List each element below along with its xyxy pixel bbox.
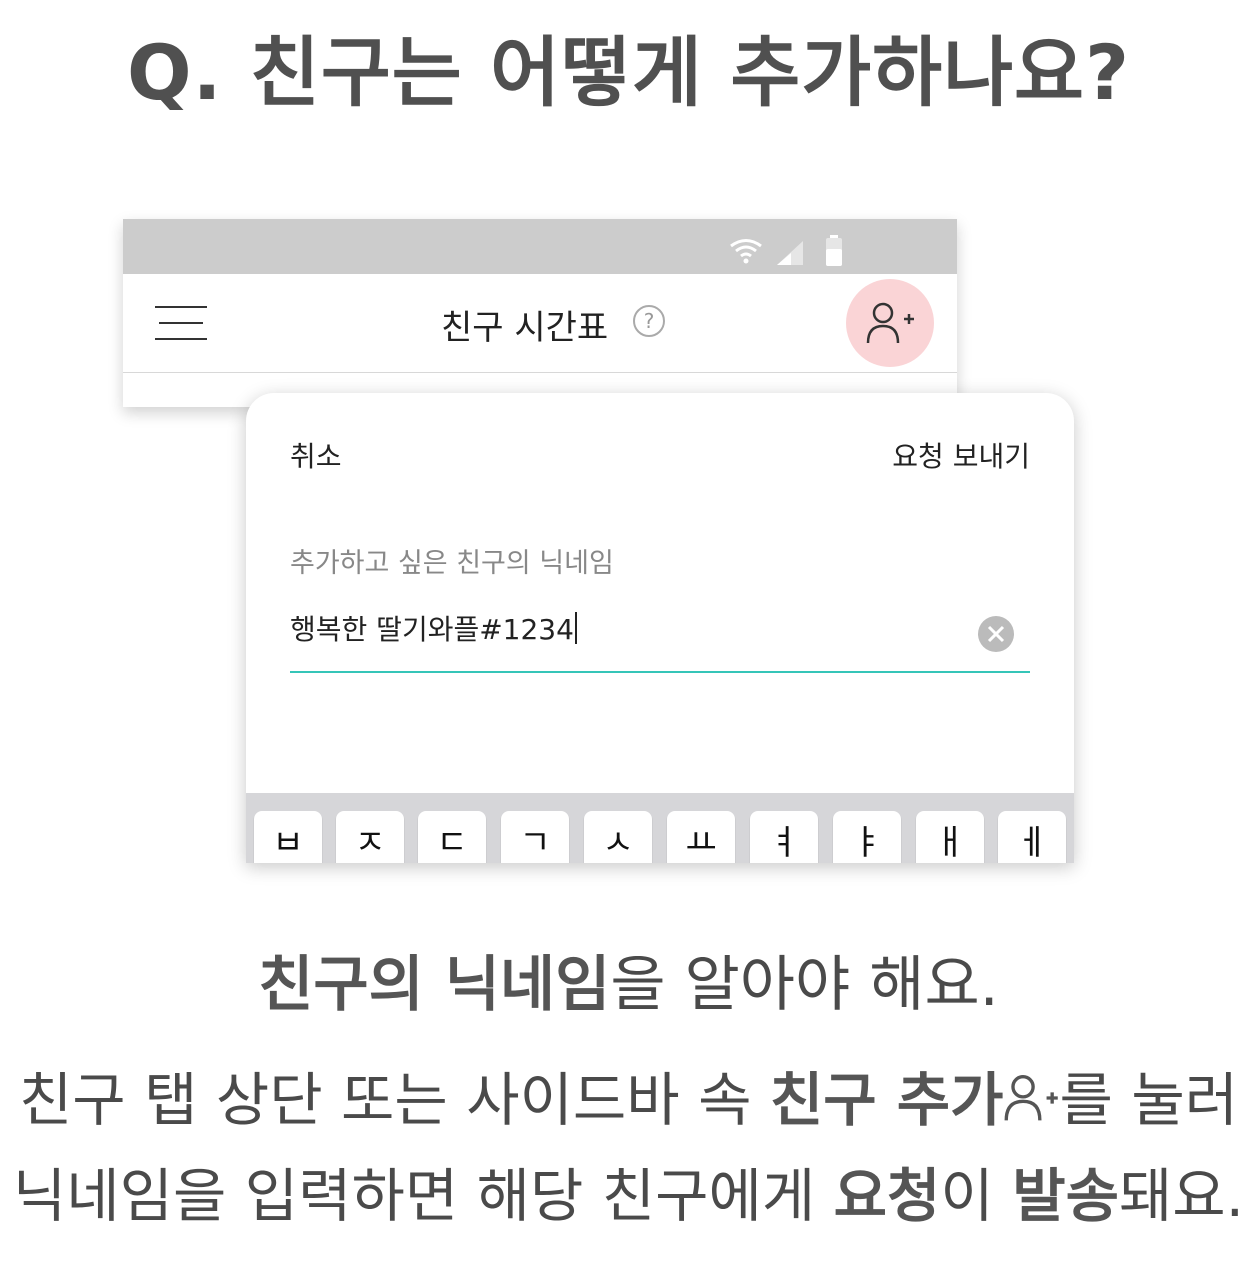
person-plus-icon xyxy=(866,302,914,344)
key[interactable]: ㅑ xyxy=(833,811,901,863)
caption-bold: 친구의 닉네임 xyxy=(258,950,611,1020)
key[interactable]: ㄷ xyxy=(418,811,486,863)
input-underline xyxy=(290,671,1030,673)
person-plus-icon xyxy=(1004,1075,1058,1121)
add-friend-button[interactable] xyxy=(846,279,934,367)
keyboard: ㅂ ㅈ ㄷ ㄱ ㅅ ㅛ ㅕ ㅑ ㅐ ㅔ xyxy=(246,793,1074,863)
battery-icon xyxy=(826,235,842,266)
clear-input-icon[interactable] xyxy=(978,616,1014,652)
key[interactable]: ㅂ xyxy=(254,811,322,863)
cancel-button[interactable]: 취소 xyxy=(290,435,342,475)
caption-bold: 친구 추가 xyxy=(769,1066,1004,1134)
menu-icon[interactable] xyxy=(155,302,207,344)
app-bar: 친구 시간표 ? xyxy=(123,274,957,372)
caption-text: 을 알아야 해요. xyxy=(610,950,999,1020)
key[interactable]: ㄱ xyxy=(501,811,569,863)
caption-text: 이 xyxy=(940,1162,1013,1230)
send-request-button[interactable]: 요청 보내기 xyxy=(892,435,1030,475)
text-caret xyxy=(574,612,577,644)
key[interactable]: ㅐ xyxy=(916,811,984,863)
app-screenshot: 친구 시간표 ? xyxy=(123,219,957,407)
caption-line-3: 닉네임을 입력하면 해당 친구에게 요청이 발송돼요. xyxy=(0,1160,1257,1232)
caption-bold: 요청 xyxy=(833,1162,941,1230)
nickname-field-label: 추가하고 싶은 친구의 닉네임 xyxy=(290,548,614,579)
key[interactable]: ㅅ xyxy=(584,811,652,863)
key[interactable]: ㅛ xyxy=(667,811,735,863)
caption-bold: 발송 xyxy=(1012,1162,1119,1230)
signal-icon xyxy=(777,241,803,265)
page-title: Q. 친구는 어떻게 추가하나요? xyxy=(126,28,1131,117)
caption-line-1: 친구의 닉네임을 알아야 해요. xyxy=(0,948,1257,1022)
caption-text: 닉네임을 입력하면 해당 친구에게 xyxy=(12,1162,834,1230)
caption-text: 를 눌러 xyxy=(1059,1066,1239,1134)
help-icon[interactable]: ? xyxy=(633,305,665,337)
key[interactable]: ㅔ xyxy=(998,811,1066,863)
status-bar xyxy=(123,219,957,274)
add-friend-sheet: 취소 요청 보내기 추가하고 싶은 친구의 닉네임 행복한 딸기와플#1234 … xyxy=(246,393,1074,863)
key[interactable]: ㅈ xyxy=(336,811,404,863)
app-bar-title: 친구 시간표 xyxy=(441,308,609,348)
nickname-input[interactable]: 행복한 딸기와플#1234 xyxy=(290,608,990,648)
caption-line-2: 친구 탭 상단 또는 사이드바 속 친구 추가 를 눌러 xyxy=(0,1064,1257,1136)
divider xyxy=(123,372,957,373)
key[interactable]: ㅕ xyxy=(750,811,818,863)
wifi-icon xyxy=(730,239,762,264)
nickname-input-value: 행복한 딸기와플#1234 xyxy=(290,613,574,646)
caption-text: 돼요. xyxy=(1118,1162,1245,1230)
caption-text: 친구 탭 상단 또는 사이드바 속 xyxy=(18,1066,770,1134)
